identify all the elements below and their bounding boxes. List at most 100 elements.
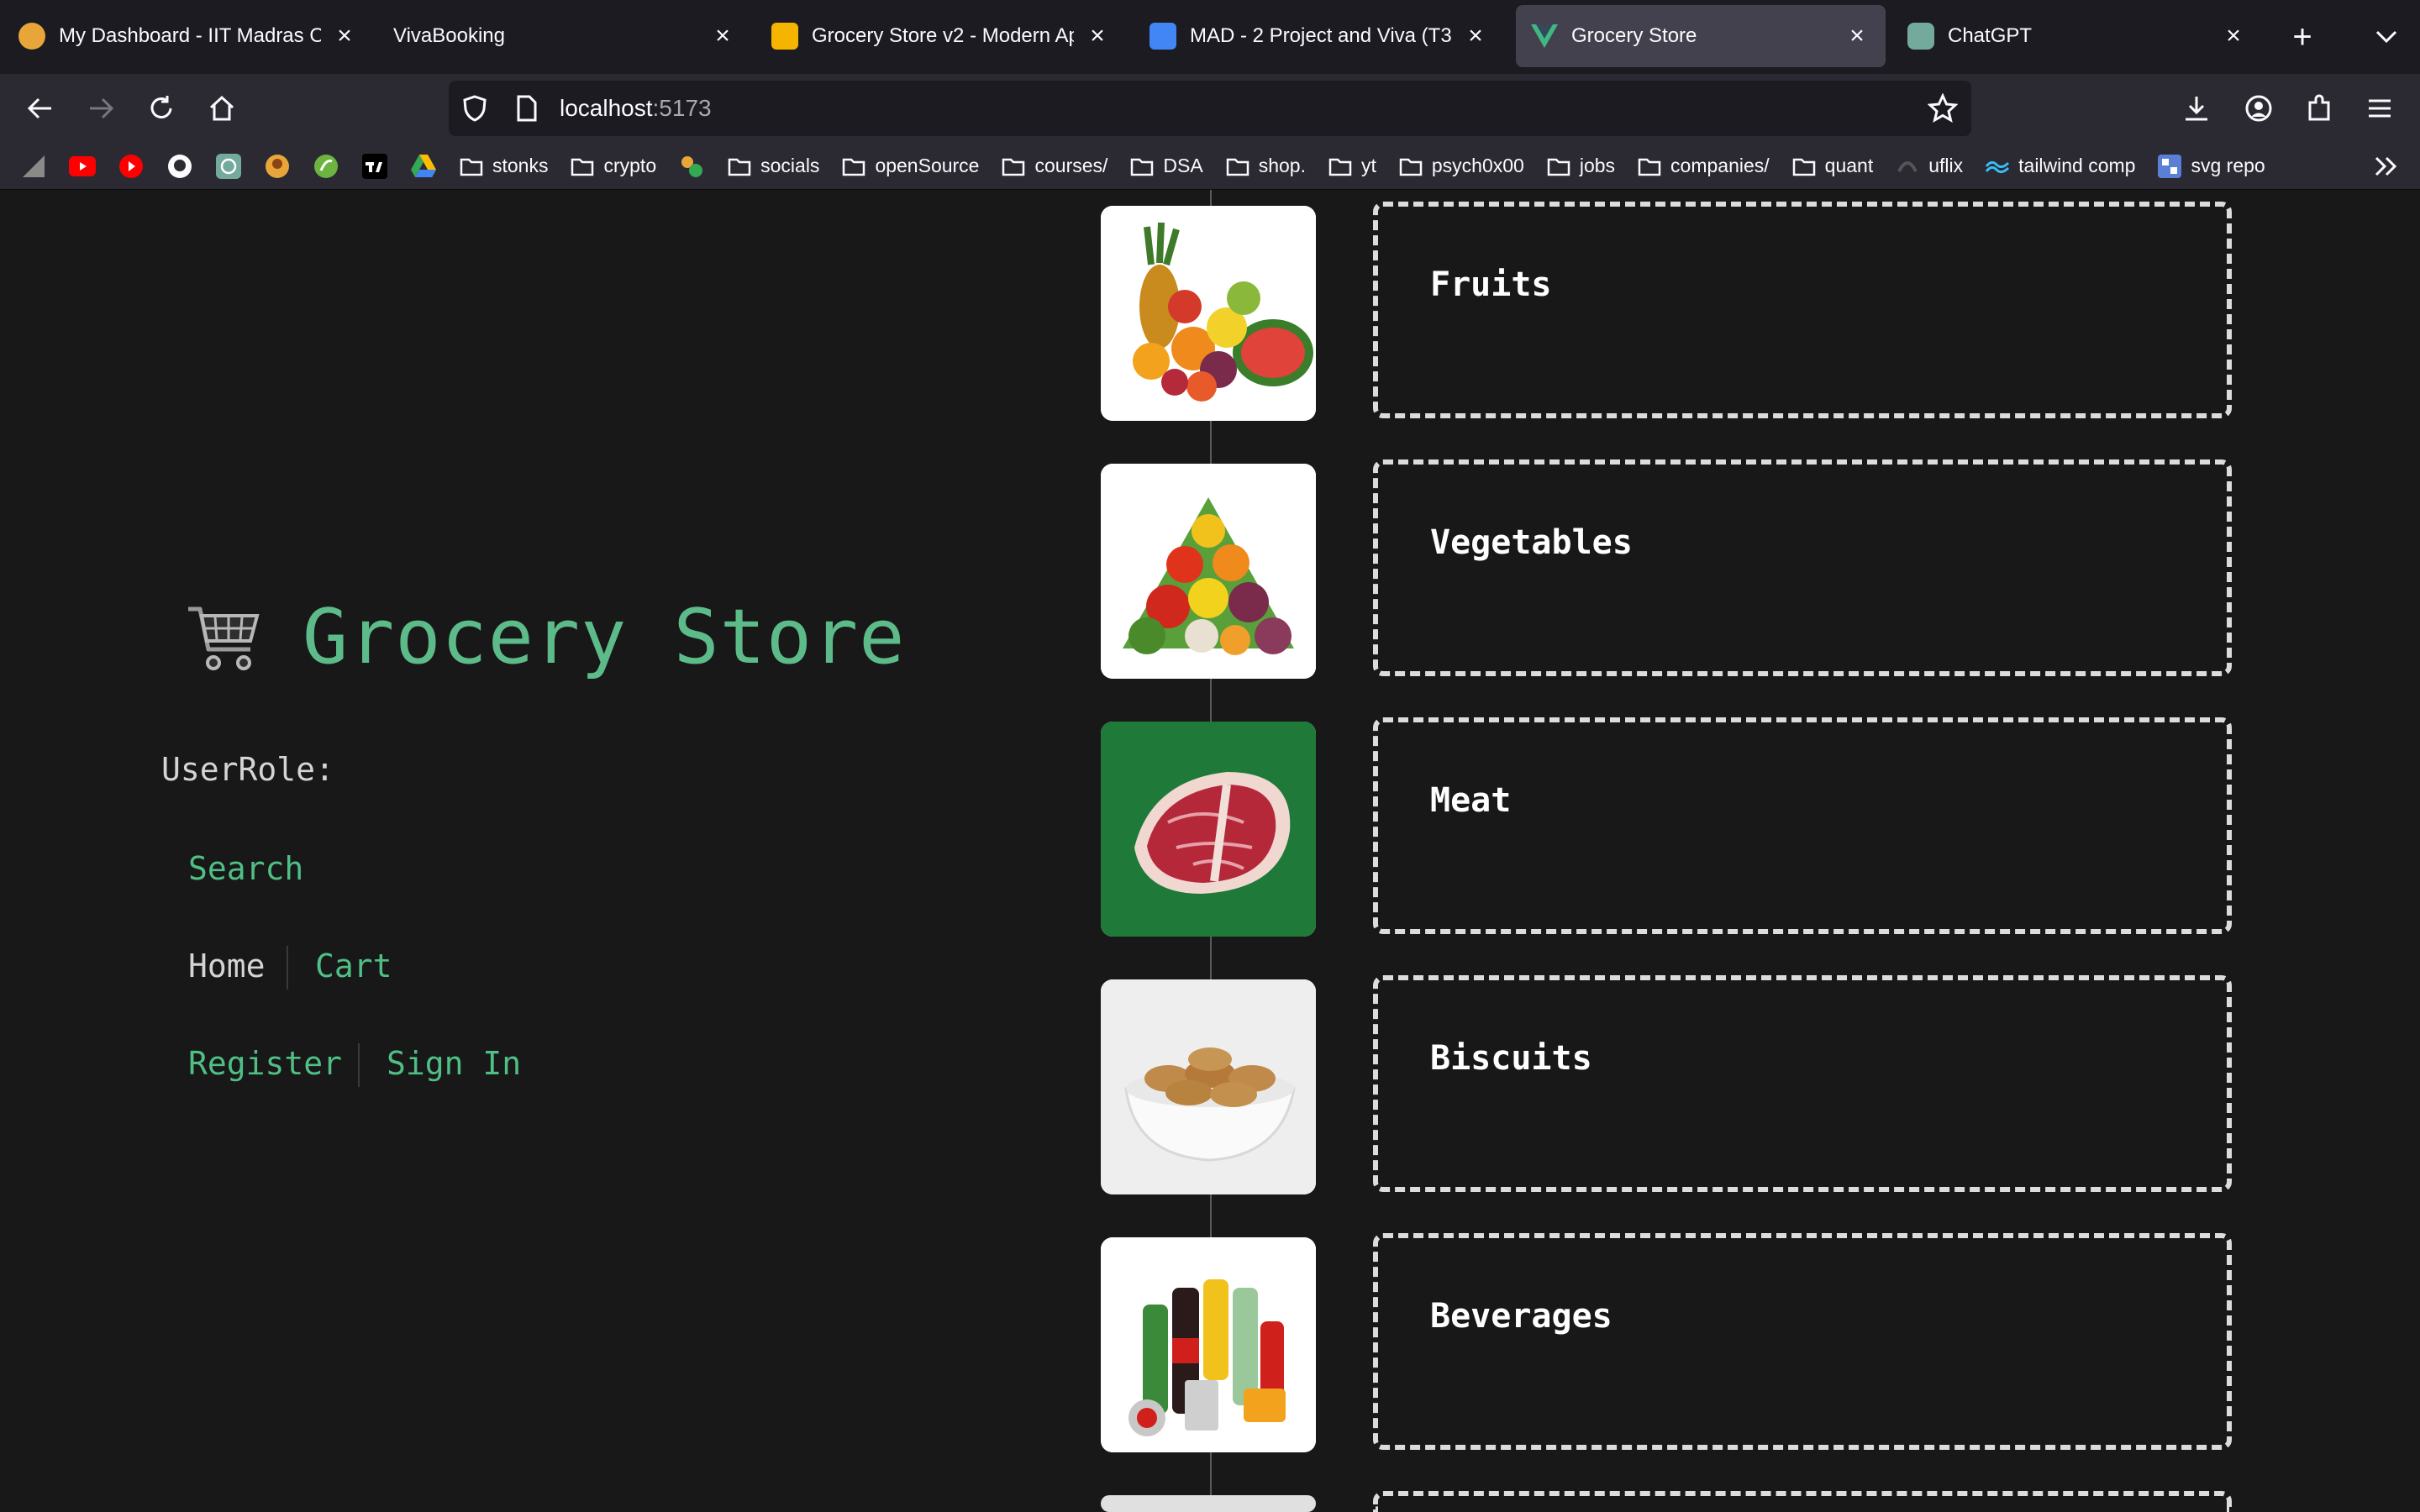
tradingview-bookmark-icon[interactable] — [361, 153, 388, 180]
fruits-image[interactable] — [1101, 206, 1316, 421]
cart-link[interactable]: Cart — [315, 948, 392, 984]
extensions-button[interactable] — [2299, 88, 2339, 129]
bookmark-folder-jobs[interactable]: jobs — [1546, 154, 1615, 179]
category-card-beverages[interactable]: Beverages — [1373, 1233, 2232, 1450]
avatar-bookmark-icon[interactable] — [264, 153, 291, 180]
puzzle-icon — [2308, 94, 2330, 121]
bookmark-folder-yt[interactable]: yt — [1328, 154, 1376, 179]
tab-grocery-slides[interactable]: Grocery Store v2 - Modern Appl × — [756, 5, 1126, 67]
avatar-icon — [18, 23, 45, 50]
category-name: Vegetables — [1430, 523, 1633, 562]
bookmark-folder-stonks[interactable]: stonks — [459, 154, 548, 179]
folder-icon — [570, 154, 595, 179]
bookmark-folder-dsa[interactable]: DSA — [1129, 154, 1203, 179]
forward-button[interactable] — [81, 88, 121, 129]
category-name: Beverages — [1430, 1297, 1612, 1336]
google-drive-bookmark-icon[interactable] — [410, 153, 437, 180]
list-all-tabs-button[interactable] — [2366, 17, 2407, 57]
stairs-bookmark-icon[interactable] — [20, 153, 47, 180]
reload-button[interactable] — [141, 88, 182, 129]
chevron-down-icon — [2375, 30, 2397, 44]
search-link[interactable]: Search — [188, 850, 303, 887]
category-card-meat[interactable]: Meat — [1373, 717, 2232, 934]
bookmark-tailwind-comp[interactable]: tailwind comp — [1985, 154, 2135, 179]
youtube-bookmark-icon[interactable] — [69, 153, 96, 180]
close-icon[interactable]: × — [709, 22, 736, 50]
youtube-music-bookmark-icon[interactable] — [118, 153, 145, 180]
brand: Grocery Store — [183, 593, 905, 681]
shopping-cart-icon — [188, 606, 260, 670]
home-link[interactable]: Home — [188, 948, 266, 984]
category-name: Fruits — [1430, 265, 1552, 304]
arrow-left-icon — [27, 97, 51, 119]
home-button[interactable] — [202, 88, 242, 129]
meat-image[interactable] — [1101, 722, 1316, 937]
bookmark-folder-shop[interactable]: shop. — [1225, 154, 1306, 179]
tab-mad-doc[interactable]: MAD - 2 Project and Viva (T320 × — [1134, 5, 1504, 67]
arrow-right-icon — [90, 97, 114, 119]
new-tab-button[interactable]: + — [2282, 17, 2323, 57]
bookmark-svg-repo[interactable]: svg repo — [2157, 154, 2265, 179]
biscuits-image[interactable] — [1101, 979, 1316, 1194]
close-icon[interactable]: × — [331, 22, 358, 50]
bookmark-uflix[interactable]: uflix — [1895, 154, 1963, 179]
folder-icon — [727, 154, 752, 179]
tab-my-dashboard[interactable]: My Dashboard - IIT Madras Onli × — [3, 5, 373, 67]
close-icon[interactable]: × — [1844, 22, 1870, 50]
account-icon — [2245, 95, 2272, 122]
spring-bookmark-icon[interactable] — [313, 153, 339, 180]
close-icon[interactable]: × — [1084, 22, 1111, 50]
category-card-biscuits[interactable]: Biscuits — [1373, 975, 2232, 1192]
tab-vivabooking[interactable]: VivaBooking × — [378, 5, 751, 67]
downloads-button[interactable] — [2176, 88, 2217, 129]
category-card-partial[interactable] — [1373, 1491, 2232, 1512]
bookmark-folder-crypto[interactable]: crypto — [570, 154, 656, 179]
close-icon[interactable]: × — [2220, 22, 2247, 50]
folder-icon — [1637, 154, 1662, 179]
category-card-vegetables[interactable]: Vegetables — [1373, 459, 2232, 676]
tab-title: ChatGPT — [1948, 24, 2033, 47]
chatgpt-bookmark-icon[interactable] — [215, 153, 242, 180]
home-icon — [209, 95, 234, 121]
tab-title: VivaBooking — [393, 24, 505, 47]
back-button[interactable] — [20, 88, 60, 129]
url-text[interactable]: localhost:5173 — [560, 95, 712, 122]
category-image-partial[interactable] — [1101, 1495, 1316, 1512]
hamburger-icon — [2369, 99, 2391, 118]
tab-title: MAD - 2 Project and Viva (T320 — [1190, 24, 1452, 47]
tab-title: My Dashboard - IIT Madras Onli — [59, 24, 321, 47]
nav-divider — [358, 1043, 360, 1087]
browser-tab-bar: My Dashboard - IIT Madras Onli × VivaBoo… — [0, 0, 2420, 74]
register-link[interactable]: Register — [188, 1045, 342, 1082]
account-button[interactable] — [2238, 88, 2279, 129]
bookmark-folder-opensource[interactable]: openSource — [841, 154, 979, 179]
sheets-bookmark-icon[interactable] — [678, 153, 705, 180]
sign-in-link[interactable]: Sign In — [387, 1045, 521, 1082]
folder-icon — [1398, 154, 1423, 179]
close-icon[interactable]: × — [1462, 22, 1489, 50]
github-bookmark-icon[interactable] — [166, 153, 193, 180]
folder-icon — [1328, 154, 1353, 179]
chevron-double-right-icon[interactable] — [2371, 153, 2402, 180]
vegetables-image[interactable] — [1101, 464, 1316, 679]
svg-repo-icon — [2157, 154, 2182, 179]
bookmarks-toolbar: stonks crypto socials openSource courses… — [0, 143, 2420, 190]
tab-chatgpt[interactable]: ChatGPT × — [1892, 5, 2262, 67]
category-card-fruits[interactable]: Fruits — [1373, 202, 2232, 418]
star-icon[interactable] — [1928, 93, 1958, 123]
docs-icon — [1150, 23, 1176, 50]
download-icon — [2186, 97, 2207, 121]
page-icon[interactable] — [514, 94, 539, 123]
bookmark-folder-courses[interactable]: courses/ — [1001, 154, 1107, 179]
menu-button[interactable] — [2360, 88, 2400, 129]
tab-grocery-store[interactable]: Grocery Store × — [1516, 5, 1886, 67]
beverages-image[interactable] — [1101, 1237, 1316, 1452]
address-bar[interactable]: localhost:5173 — [449, 81, 1971, 136]
folder-icon — [459, 154, 484, 179]
bookmark-folder-quant[interactable]: quant — [1791, 154, 1873, 179]
bookmark-folder-socials[interactable]: socials — [727, 154, 819, 179]
folder-icon — [1129, 154, 1155, 179]
bookmark-folder-psych0x00[interactable]: psych0x00 — [1398, 154, 1524, 179]
bookmark-folder-companies[interactable]: companies/ — [1637, 154, 1770, 179]
shield-icon[interactable] — [460, 94, 489, 123]
